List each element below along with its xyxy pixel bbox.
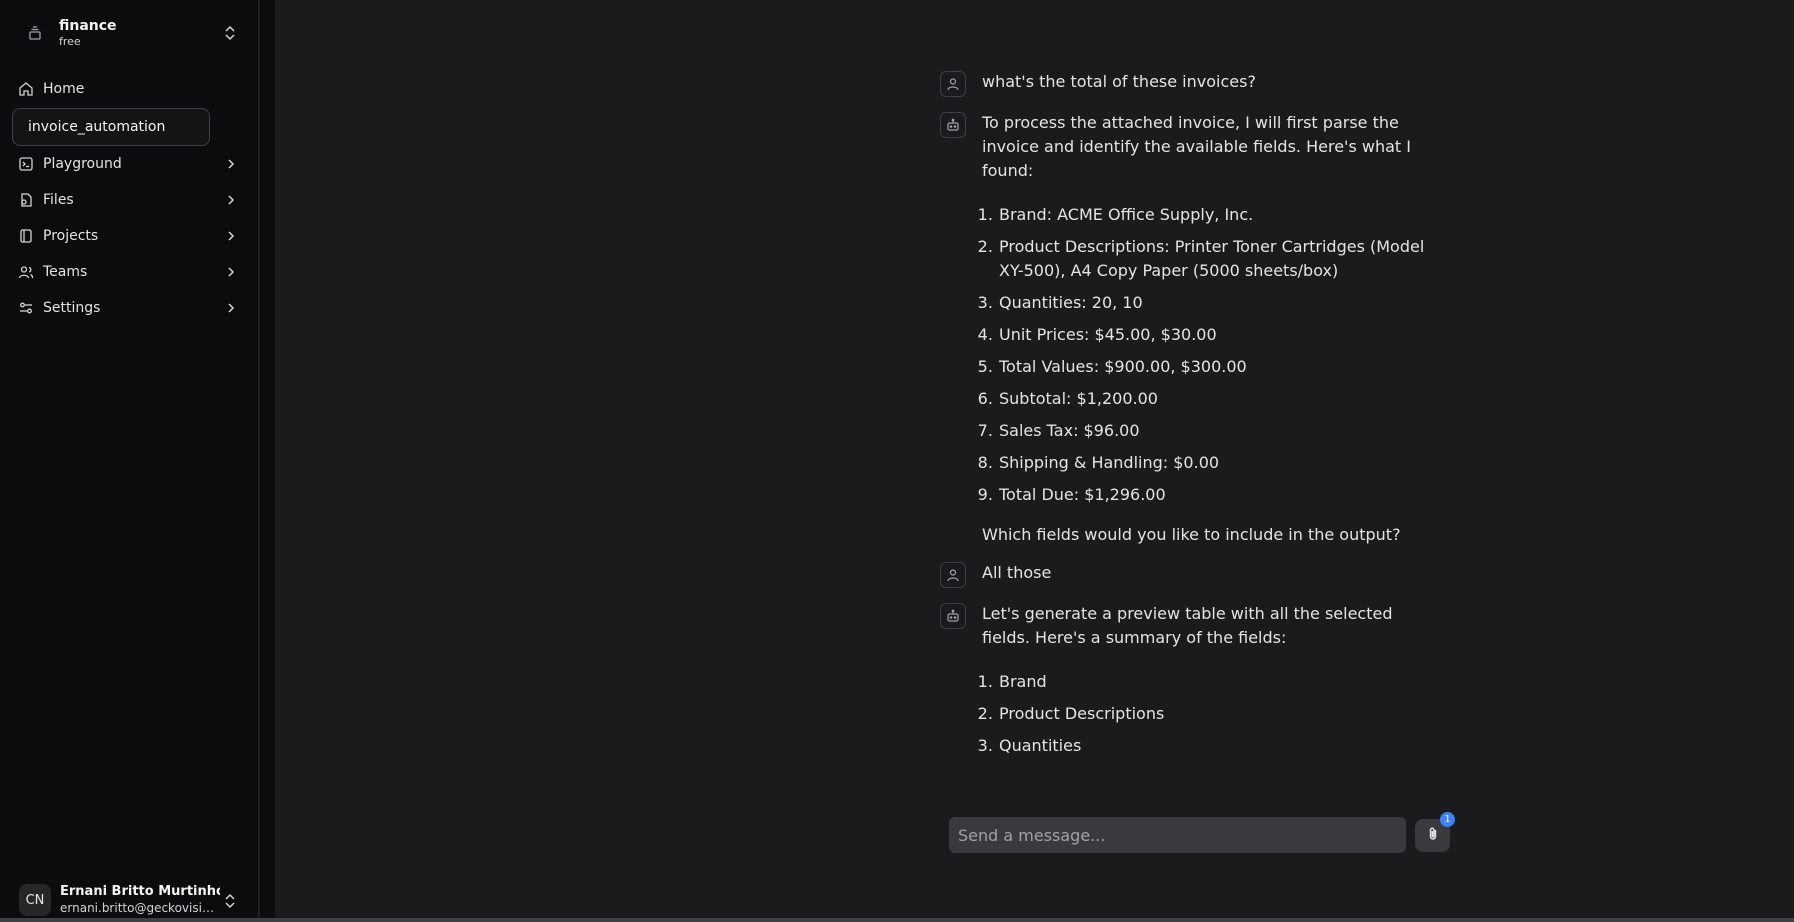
- chat-thread: what's the total of these invoices? To p…: [940, 70, 1440, 788]
- home-icon: [18, 81, 34, 97]
- sidebar-item-label: Projects: [43, 228, 99, 244]
- list-item: Shipping & Handling: $0.00: [998, 451, 1440, 475]
- chevron-right-icon: [224, 301, 238, 315]
- workspace-plan: free: [59, 35, 81, 48]
- list-item: Total Due: $1,296.00: [998, 483, 1440, 507]
- sidebar-item-projects[interactable]: Projects: [12, 218, 246, 254]
- sidebar-item-teams[interactable]: Teams: [12, 254, 246, 290]
- list-item: Quantities: [998, 734, 1440, 758]
- list-item: Quantities: 20, 10: [998, 291, 1440, 315]
- chat-message-assistant: Let's generate a preview table with all …: [940, 602, 1440, 774]
- sidebar-gutter: [260, 0, 275, 922]
- user-email: ernani.britto@geckovisio...: [60, 901, 220, 915]
- users-icon: [18, 264, 34, 280]
- bot-icon: [940, 112, 966, 138]
- sidebar-item-label: Files: [43, 192, 74, 208]
- message-text: To process the attached invoice, I will …: [982, 113, 1411, 180]
- list-item: Sales Tax: $96.00: [998, 419, 1440, 443]
- settings-sliders-icon: [18, 300, 34, 316]
- list-item: Product Descriptions: [998, 702, 1440, 726]
- sidebar-item-label: Playground: [43, 156, 122, 172]
- sidebar-nav: Home invoice_automation Playground Files: [12, 71, 246, 326]
- sidebar-item-home[interactable]: Home: [12, 71, 246, 107]
- user-menu[interactable]: CN Ernani Britto Murtinho ernani.britto@…: [12, 878, 246, 922]
- chevron-right-icon: [224, 265, 238, 279]
- chevrons-up-down-icon: [222, 892, 238, 910]
- notebook-icon: [18, 228, 34, 244]
- sidebar-item-files[interactable]: Files: [12, 182, 246, 218]
- list-item: Brand: ACME Office Supply, Inc.: [998, 203, 1440, 227]
- list-item: Subtotal: $1,200.00: [998, 387, 1440, 411]
- paperclip-icon: [1425, 826, 1441, 846]
- chevron-right-icon: [224, 193, 238, 207]
- message-composer: [949, 817, 1406, 853]
- sidebar: finance free Home invoice_automation Pla…: [0, 0, 259, 922]
- list-item: Unit Prices: $45.00, $30.00: [998, 323, 1440, 347]
- message-text: Which fields would you like to include i…: [982, 525, 1401, 544]
- message-text: what's the total of these invoices?: [982, 72, 1256, 91]
- list-item: Product Descriptions: Printer Toner Cart…: [998, 235, 1440, 283]
- sidebar-item-invoice-automation[interactable]: invoice_automation: [12, 108, 210, 146]
- sidebar-item-label: Teams: [43, 264, 88, 280]
- chat-message-user: All those: [940, 561, 1440, 588]
- list-item: Brand: [998, 670, 1440, 694]
- workspace-name: finance: [59, 18, 117, 34]
- workspace-switcher[interactable]: finance free: [12, 10, 246, 56]
- chevron-right-icon: [224, 229, 238, 243]
- field-list: Brand Product Descriptions Quantities: [998, 670, 1440, 758]
- chevrons-up-down-icon: [222, 24, 238, 42]
- sidebar-item-label: Settings: [43, 300, 101, 316]
- chat-message-user: what's the total of these invoices?: [940, 70, 1440, 97]
- sidebar-item-playground[interactable]: Playground: [12, 146, 246, 182]
- sidebar-item-settings[interactable]: Settings: [12, 290, 246, 326]
- window-bottom-edge: [0, 918, 1794, 922]
- bot-icon: [940, 603, 966, 629]
- field-list: Brand: ACME Office Supply, Inc. Product …: [998, 203, 1440, 507]
- message-text: Let's generate a preview table with all …: [982, 604, 1393, 647]
- chevron-right-icon: [224, 157, 238, 171]
- message-input[interactable]: [958, 825, 1406, 845]
- file-icon: [18, 192, 34, 208]
- list-item: Total Values: $900.00, $300.00: [998, 355, 1440, 379]
- user-icon: [940, 71, 966, 97]
- chat-message-assistant: To process the attached invoice, I will …: [940, 111, 1440, 547]
- user-name: Ernani Britto Murtinho: [60, 884, 220, 899]
- stack-icon: [24, 22, 46, 44]
- avatar: CN: [19, 884, 51, 916]
- attachment-count-badge: 1: [1440, 812, 1455, 827]
- user-icon: [940, 562, 966, 588]
- sidebar-item-label: Home: [43, 81, 85, 97]
- terminal-icon: [18, 156, 34, 172]
- message-text: All those: [982, 563, 1052, 582]
